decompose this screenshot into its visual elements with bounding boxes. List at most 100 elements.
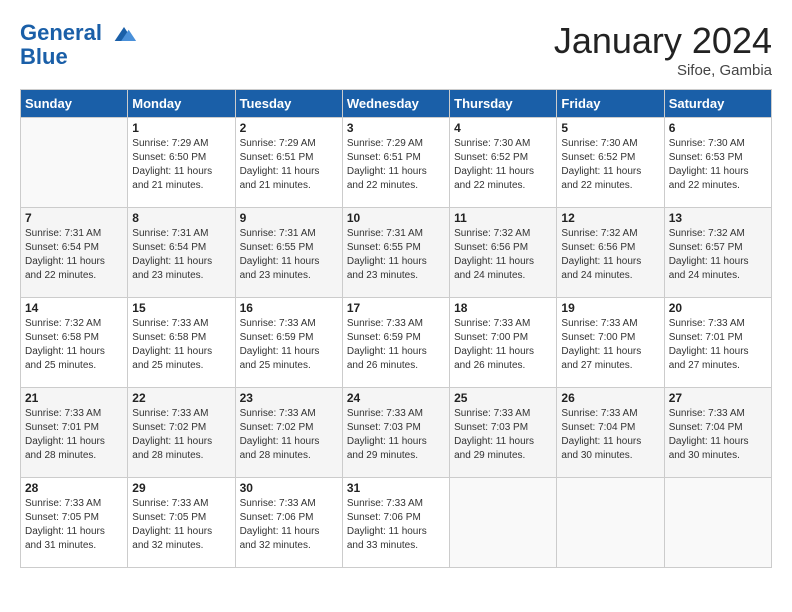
cell-info: Sunrise: 7:33 AM Sunset: 7:00 PM Dayligh… <box>561 317 659 373</box>
sunset: Sunset: 6:51 PM <box>347 151 445 165</box>
sunset: Sunset: 6:52 PM <box>454 151 552 165</box>
day-number: 6 <box>669 121 767 135</box>
day-number: 3 <box>347 121 445 135</box>
page-header: General Blue January 2024 Sifoe, Gambia <box>20 20 772 79</box>
sunrise: Sunrise: 7:33 AM <box>454 407 552 421</box>
daylight: Daylight: 11 hours and 26 minutes. <box>347 345 445 373</box>
day-number: 12 <box>561 211 659 225</box>
cell-info: Sunrise: 7:33 AM Sunset: 7:01 PM Dayligh… <box>25 407 123 463</box>
sunrise: Sunrise: 7:33 AM <box>561 317 659 331</box>
day-number: 28 <box>25 481 123 495</box>
calendar-cell: 21 Sunrise: 7:33 AM Sunset: 7:01 PM Dayl… <box>21 388 128 478</box>
calendar-cell <box>557 478 664 568</box>
calendar-cell: 3 Sunrise: 7:29 AM Sunset: 6:51 PM Dayli… <box>342 118 449 208</box>
daylight: Daylight: 11 hours and 29 minutes. <box>347 435 445 463</box>
sunrise: Sunrise: 7:33 AM <box>25 407 123 421</box>
day-number: 15 <box>132 301 230 315</box>
sunrise: Sunrise: 7:33 AM <box>240 497 338 511</box>
cell-info: Sunrise: 7:33 AM Sunset: 7:03 PM Dayligh… <box>347 407 445 463</box>
sunrise: Sunrise: 7:33 AM <box>347 317 445 331</box>
sunset: Sunset: 7:01 PM <box>669 331 767 345</box>
sunset: Sunset: 7:02 PM <box>132 421 230 435</box>
daylight: Daylight: 11 hours and 27 minutes. <box>561 345 659 373</box>
sunrise: Sunrise: 7:29 AM <box>347 137 445 151</box>
calendar-cell: 8 Sunrise: 7:31 AM Sunset: 6:54 PM Dayli… <box>128 208 235 298</box>
cell-info: Sunrise: 7:33 AM Sunset: 7:06 PM Dayligh… <box>240 497 338 553</box>
day-number: 27 <box>669 391 767 405</box>
daylight: Daylight: 11 hours and 21 minutes. <box>240 165 338 193</box>
calendar-cell: 6 Sunrise: 7:30 AM Sunset: 6:53 PM Dayli… <box>664 118 771 208</box>
day-number: 24 <box>347 391 445 405</box>
cell-info: Sunrise: 7:29 AM Sunset: 6:50 PM Dayligh… <box>132 137 230 193</box>
sunrise: Sunrise: 7:33 AM <box>347 497 445 511</box>
col-header-thursday: Thursday <box>450 90 557 118</box>
daylight: Daylight: 11 hours and 30 minutes. <box>669 435 767 463</box>
cell-info: Sunrise: 7:30 AM Sunset: 6:52 PM Dayligh… <box>454 137 552 193</box>
sunrise: Sunrise: 7:31 AM <box>240 227 338 241</box>
calendar-cell: 10 Sunrise: 7:31 AM Sunset: 6:55 PM Dayl… <box>342 208 449 298</box>
cell-info: Sunrise: 7:33 AM Sunset: 6:58 PM Dayligh… <box>132 317 230 373</box>
location: Sifoe, Gambia <box>554 62 772 79</box>
sunrise: Sunrise: 7:30 AM <box>561 137 659 151</box>
daylight: Daylight: 11 hours and 22 minutes. <box>347 165 445 193</box>
daylight: Daylight: 11 hours and 21 minutes. <box>132 165 230 193</box>
sunset: Sunset: 6:54 PM <box>25 241 123 255</box>
day-number: 4 <box>454 121 552 135</box>
calendar-cell: 27 Sunrise: 7:33 AM Sunset: 7:04 PM Dayl… <box>664 388 771 478</box>
day-number: 29 <box>132 481 230 495</box>
daylight: Daylight: 11 hours and 28 minutes. <box>240 435 338 463</box>
logo: General Blue <box>20 20 138 70</box>
day-number: 1 <box>132 121 230 135</box>
calendar-cell: 22 Sunrise: 7:33 AM Sunset: 7:02 PM Dayl… <box>128 388 235 478</box>
day-number: 20 <box>669 301 767 315</box>
day-number: 5 <box>561 121 659 135</box>
day-number: 9 <box>240 211 338 225</box>
sunset: Sunset: 7:06 PM <box>240 511 338 525</box>
calendar-cell: 5 Sunrise: 7:30 AM Sunset: 6:52 PM Dayli… <box>557 118 664 208</box>
daylight: Daylight: 11 hours and 30 minutes. <box>561 435 659 463</box>
day-number: 25 <box>454 391 552 405</box>
daylight: Daylight: 11 hours and 22 minutes. <box>454 165 552 193</box>
calendar-cell: 19 Sunrise: 7:33 AM Sunset: 7:00 PM Dayl… <box>557 298 664 388</box>
cell-info: Sunrise: 7:33 AM Sunset: 6:59 PM Dayligh… <box>240 317 338 373</box>
col-header-friday: Friday <box>557 90 664 118</box>
week-row-1: 1 Sunrise: 7:29 AM Sunset: 6:50 PM Dayli… <box>21 118 772 208</box>
calendar-cell: 15 Sunrise: 7:33 AM Sunset: 6:58 PM Dayl… <box>128 298 235 388</box>
cell-info: Sunrise: 7:33 AM Sunset: 7:05 PM Dayligh… <box>25 497 123 553</box>
daylight: Daylight: 11 hours and 23 minutes. <box>132 255 230 283</box>
calendar-cell: 28 Sunrise: 7:33 AM Sunset: 7:05 PM Dayl… <box>21 478 128 568</box>
daylight: Daylight: 11 hours and 32 minutes. <box>132 525 230 553</box>
cell-info: Sunrise: 7:31 AM Sunset: 6:54 PM Dayligh… <box>132 227 230 283</box>
daylight: Daylight: 11 hours and 23 minutes. <box>240 255 338 283</box>
cell-info: Sunrise: 7:33 AM Sunset: 7:06 PM Dayligh… <box>347 497 445 553</box>
calendar-cell: 23 Sunrise: 7:33 AM Sunset: 7:02 PM Dayl… <box>235 388 342 478</box>
sunset: Sunset: 6:58 PM <box>132 331 230 345</box>
daylight: Daylight: 11 hours and 22 minutes. <box>25 255 123 283</box>
sunset: Sunset: 6:51 PM <box>240 151 338 165</box>
daylight: Daylight: 11 hours and 32 minutes. <box>240 525 338 553</box>
day-number: 11 <box>454 211 552 225</box>
calendar-cell: 7 Sunrise: 7:31 AM Sunset: 6:54 PM Dayli… <box>21 208 128 298</box>
calendar-cell: 14 Sunrise: 7:32 AM Sunset: 6:58 PM Dayl… <box>21 298 128 388</box>
sunrise: Sunrise: 7:33 AM <box>347 407 445 421</box>
cell-info: Sunrise: 7:31 AM Sunset: 6:54 PM Dayligh… <box>25 227 123 283</box>
day-number: 10 <box>347 211 445 225</box>
sunset: Sunset: 6:54 PM <box>132 241 230 255</box>
sunrise: Sunrise: 7:33 AM <box>132 407 230 421</box>
calendar-cell: 20 Sunrise: 7:33 AM Sunset: 7:01 PM Dayl… <box>664 298 771 388</box>
calendar-cell <box>450 478 557 568</box>
daylight: Daylight: 11 hours and 26 minutes. <box>454 345 552 373</box>
day-number: 23 <box>240 391 338 405</box>
logo-icon <box>110 20 138 48</box>
calendar-cell: 13 Sunrise: 7:32 AM Sunset: 6:57 PM Dayl… <box>664 208 771 298</box>
col-header-saturday: Saturday <box>664 90 771 118</box>
week-row-2: 7 Sunrise: 7:31 AM Sunset: 6:54 PM Dayli… <box>21 208 772 298</box>
calendar-cell: 11 Sunrise: 7:32 AM Sunset: 6:56 PM Dayl… <box>450 208 557 298</box>
cell-info: Sunrise: 7:33 AM Sunset: 7:05 PM Dayligh… <box>132 497 230 553</box>
day-number: 16 <box>240 301 338 315</box>
col-header-monday: Monday <box>128 90 235 118</box>
daylight: Daylight: 11 hours and 31 minutes. <box>25 525 123 553</box>
sunset: Sunset: 7:00 PM <box>454 331 552 345</box>
sunrise: Sunrise: 7:31 AM <box>25 227 123 241</box>
calendar-cell: 2 Sunrise: 7:29 AM Sunset: 6:51 PM Dayli… <box>235 118 342 208</box>
